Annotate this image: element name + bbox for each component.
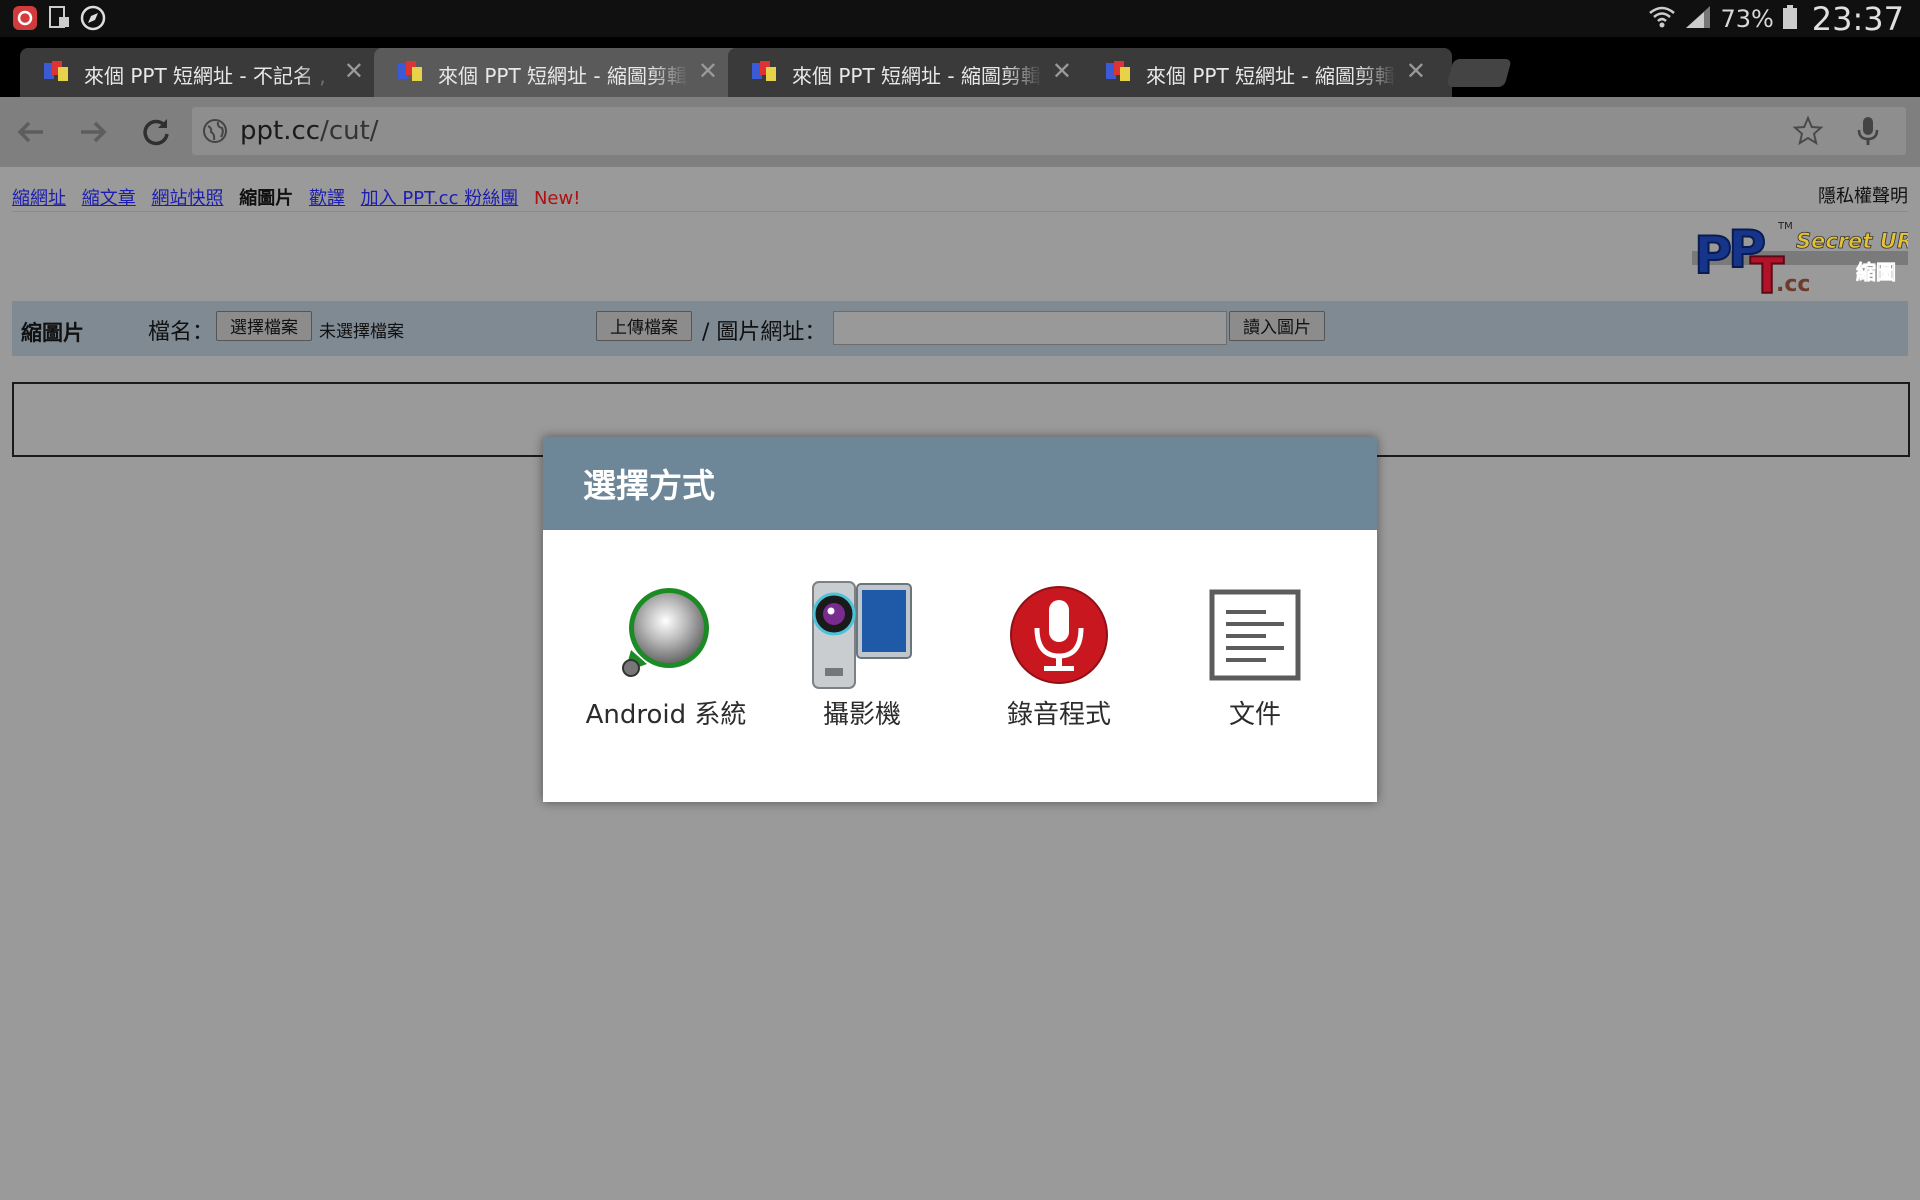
tab-title: 來個 PPT 短網址 - 縮圖剪輯 <box>1146 64 1395 88</box>
url-host: ppt.cc <box>240 116 321 146</box>
browser-toolbar: ppt.cc/cut/ <box>0 97 1920 167</box>
svg-text:TM: TM <box>1777 221 1793 232</box>
load-image-button[interactable]: 讀入圖片 <box>1229 311 1325 341</box>
svg-text:P: P <box>1694 226 1732 286</box>
filename-label: 檔名： <box>148 320 215 345</box>
close-tab-icon[interactable]: ✕ <box>1406 58 1426 84</box>
svg-text:縮圖: 縮圖 <box>1856 260 1896 284</box>
nav-link-site-snapshot[interactable]: 網站快照 <box>151 188 223 209</box>
image-url-label: / 圖片網址： <box>702 320 827 345</box>
close-tab-icon[interactable]: ✕ <box>1052 58 1072 84</box>
tab-4[interactable]: 來個 PPT 短網址 - 縮圖剪輯 ✕ <box>1082 48 1452 97</box>
section-title: 縮圖片 <box>21 321 84 345</box>
nav-current-shrink-image: 縮圖片 <box>239 188 294 209</box>
reload-icon[interactable] <box>137 113 175 151</box>
choose-method-dialog: 選擇方式 Android 系統 攝影機 錄音程式 文件 <box>543 437 1377 802</box>
upload-file-button[interactable]: 上傳檔案 <box>596 311 692 341</box>
app-notification-icon <box>12 5 38 31</box>
privacy-link[interactable]: 隱私權聲明 <box>1818 182 1908 208</box>
ppt-logo[interactable]: P P T .cc TM Secret URL 縮圖 <box>1692 215 1920 306</box>
android-system-icon <box>622 588 709 677</box>
voice-recorder-icon <box>1010 586 1108 684</box>
nav-link-fan-page[interactable]: 加入 PPT.cc 粉絲團 <box>361 188 519 209</box>
back-icon[interactable] <box>12 113 50 151</box>
new-tab-button[interactable] <box>1446 59 1512 87</box>
close-tab-icon[interactable]: ✕ <box>698 58 718 84</box>
no-file-text: 未選擇檔案 <box>319 322 404 342</box>
tab-3[interactable]: 來個 PPT 短網址 - 縮圖剪輯 ✕ <box>728 48 1098 97</box>
document-icon <box>1209 589 1301 681</box>
url-text: ppt.cc/cut/ <box>240 116 379 146</box>
option-android-system[interactable]: Android 系統 <box>571 580 761 731</box>
option-label: 文件 <box>1228 700 1281 730</box>
url-path: /cut/ <box>320 116 379 146</box>
divider <box>12 211 1908 212</box>
tab-strip: 來個 PPT 短網址 - 不記名 , ✕ 來個 PPT 短網址 - 縮圖剪輯 ✕… <box>0 37 1920 97</box>
ppt-favicon-icon <box>752 61 778 83</box>
tab-2[interactable]: 來個 PPT 短網址 - 縮圖剪輯 ✕ <box>374 48 744 97</box>
clock: 23:37 <box>1811 0 1904 38</box>
compass-notification-icon <box>80 5 106 31</box>
tab-1[interactable]: 來個 PPT 短網址 - 不記名 , ✕ <box>20 48 390 97</box>
choose-file-button[interactable]: 選擇檔案 <box>216 311 312 341</box>
nav-link-shorten-article[interactable]: 縮文章 <box>82 188 136 209</box>
ppt-favicon-icon <box>1106 61 1132 83</box>
option-document[interactable]: 文件 <box>1160 580 1350 731</box>
camcorder-icon <box>812 581 912 689</box>
battery-icon <box>1782 4 1798 34</box>
upload-form-bar: 縮圖片 檔名： 選擇檔案 未選擇檔案 上傳檔案 / 圖片網址： 讀入圖片 <box>12 301 1908 356</box>
signal-icon <box>1684 4 1712 34</box>
globe-icon <box>202 118 228 144</box>
microphone-icon[interactable] <box>1852 115 1884 147</box>
wifi-icon <box>1648 4 1676 34</box>
status-bar: 73% 23:37 <box>0 0 1920 38</box>
option-label: 錄音程式 <box>1006 700 1111 730</box>
new-badge: New! <box>533 188 581 209</box>
svg-text:Secret URL: Secret URL <box>1796 229 1908 253</box>
option-voice-recorder[interactable]: 錄音程式 <box>964 580 1154 731</box>
tab-title: 來個 PPT 短網址 - 縮圖剪輯 <box>792 64 1041 88</box>
site-nav: 縮網址 縮文章 網站快照 縮圖片 歡譯 加入 PPT.cc 粉絲團 New! <box>12 184 580 210</box>
nav-link-translate[interactable]: 歡譯 <box>309 188 345 209</box>
document-notification-icon <box>46 5 72 31</box>
close-tab-icon[interactable]: ✕ <box>344 58 364 84</box>
option-label: Android 系統 <box>585 700 747 730</box>
svg-text:.cc: .cc <box>1776 272 1810 297</box>
option-camcorder[interactable]: 攝影機 <box>767 580 957 731</box>
tab-title: 來個 PPT 短網址 - 不記名 , <box>84 64 326 88</box>
address-bar[interactable]: ppt.cc/cut/ <box>192 107 1906 155</box>
ppt-favicon-icon <box>44 61 70 83</box>
bookmark-star-icon[interactable] <box>1792 115 1824 147</box>
tab-title: 來個 PPT 短網址 - 縮圖剪輯 <box>438 64 687 88</box>
ppt-favicon-icon <box>398 61 424 83</box>
nav-link-shorten-url[interactable]: 縮網址 <box>12 188 66 209</box>
dialog-title: 選擇方式 <box>543 437 1377 530</box>
option-label: 攝影機 <box>822 700 901 730</box>
forward-icon[interactable] <box>74 113 112 151</box>
battery-percent: 73% <box>1720 4 1774 33</box>
image-url-input[interactable] <box>833 311 1227 345</box>
